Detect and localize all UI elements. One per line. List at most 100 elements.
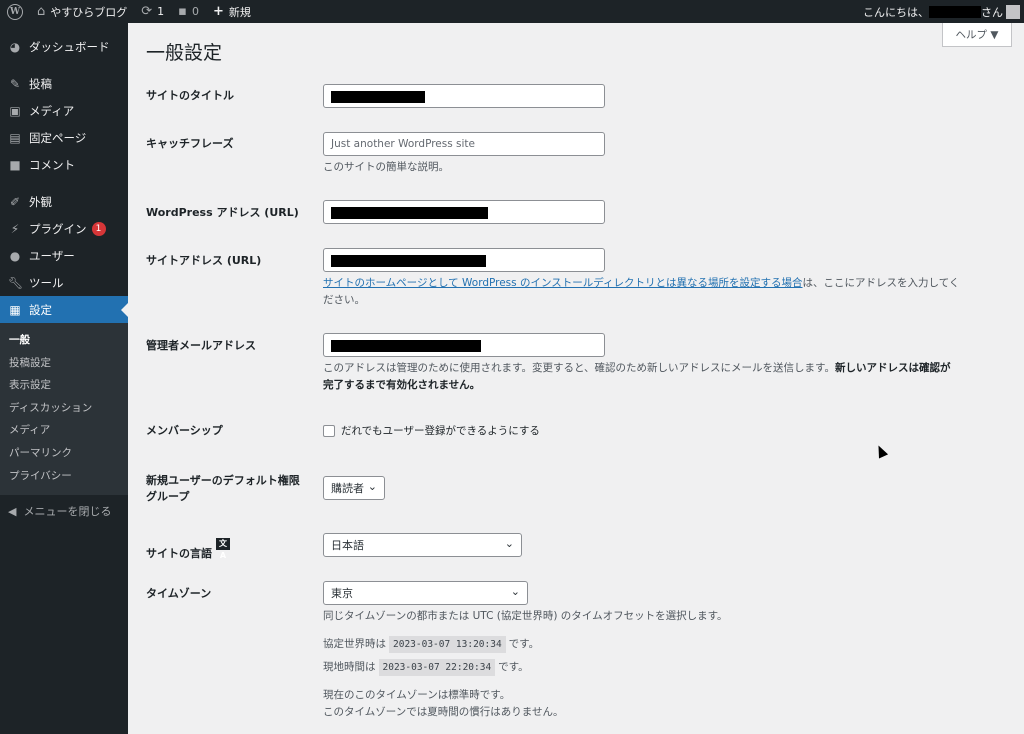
submenu-item-writing[interactable]: 投稿設定 — [0, 352, 128, 375]
tagline-description: このサイトの簡単な説明。 — [323, 161, 449, 173]
submenu-item-media[interactable]: メディア — [0, 419, 128, 442]
chevron-down-icon: ⌄ — [510, 585, 520, 598]
mouse-cursor — [873, 443, 889, 459]
collapse-arrow-icon: ◀ — [8, 504, 17, 518]
sidebar-item-tools[interactable]: 🔧︎ ツール — [0, 269, 128, 296]
submenu-item-discussion[interactable]: ディスカッション — [0, 397, 128, 420]
utc-time-value: 2023-03-07 13:20:34 — [389, 636, 506, 653]
site-name-menu[interactable]: ⌂ やすひらブログ — [30, 0, 134, 23]
settings-icon: ▦ — [9, 302, 21, 317]
greeting-suffix: さん — [981, 5, 1003, 19]
site-language-select[interactable]: 日本語 ⌄ — [323, 533, 522, 557]
greeting: こんにちは、 — [863, 5, 929, 19]
timezone-select[interactable]: 東京 ⌄ — [323, 581, 528, 605]
sidebar-item-label: メディア — [29, 103, 75, 118]
site-url-label: サイトアドレス (URL) — [146, 254, 262, 267]
redacted-value — [331, 91, 425, 103]
default-role-label-line-2: グループ — [146, 490, 190, 503]
timezone-value: 東京 — [331, 587, 353, 600]
admin-email-input[interactable] — [323, 333, 605, 357]
sidebar-item-plugins[interactable]: ⚡ プラグイン 1 — [0, 215, 128, 242]
sidebar-item-label: 固定ページ — [29, 130, 87, 145]
translation-icon: 文A — [216, 538, 230, 560]
wordpress-url-input[interactable] — [323, 200, 605, 224]
sidebar-item-media[interactable]: ▣ メディア — [0, 97, 128, 124]
redacted-username — [929, 5, 981, 18]
sidebar-item-settings[interactable]: ▦ 設定 — [0, 296, 128, 323]
comment-icon: ■ — [9, 157, 21, 172]
site-url-description: サイトのホームページとして WordPress のインストールディレクトリとは異… — [323, 275, 1013, 309]
membership-checkbox[interactable] — [323, 425, 335, 437]
updates-icon: ⟳ — [141, 4, 153, 19]
tagline-label: キャッチフレーズ — [146, 137, 234, 150]
timezone-description: 同じタイムゾーンの都市または UTC (協定世界時) のタイムオフセットを選択し… — [323, 610, 728, 622]
sidebar-item-posts[interactable]: ✎ 投稿 — [0, 70, 128, 97]
sidebar-item-label: プラグイン — [29, 221, 87, 236]
dst-info-line-2: このタイムゾーンでは夏時間の慣行はありません。 — [323, 706, 564, 718]
default-role-select[interactable]: 購読者 ⌄ — [323, 476, 385, 500]
tagline-input[interactable]: Just another WordPress site — [323, 132, 605, 156]
dashboard-icon: ◕ — [9, 39, 21, 54]
sidebar-item-appearance[interactable]: ✐ 外観 — [0, 188, 128, 215]
new-content-menu[interactable]: + 新規 — [206, 0, 258, 23]
site-title-input[interactable] — [323, 84, 605, 108]
site-title-label: サイトのタイトル — [146, 89, 234, 102]
collapse-menu-button[interactable]: ◀ メニューを閉じる — [0, 497, 128, 525]
plus-icon: + — [212, 4, 224, 19]
chevron-down-icon: ⌄ — [367, 480, 377, 493]
settings-submenu: 一般 投稿設定 表示設定 ディスカッション メディア パーマリンク プライバシー — [0, 323, 128, 496]
tagline-placeholder: Just another WordPress site — [331, 138, 476, 150]
submenu-item-permalinks[interactable]: パーマリンク — [0, 442, 128, 465]
admin-email-warning-2: 完了するまで有効化されません。 — [323, 379, 481, 391]
avatar[interactable] — [1006, 4, 1020, 19]
sidebar-item-dashboard[interactable]: ◕ ダッシュボード — [0, 33, 128, 60]
wordpress-url-label: WordPress アドレス (URL) — [146, 206, 299, 219]
sidebar-item-label: ツール — [29, 275, 64, 290]
site-url-desc-text-2: ださい。 — [323, 294, 365, 306]
submenu-item-privacy[interactable]: プライバシー — [0, 465, 128, 488]
admin-bar: W ⌂ やすひらブログ ⟳ 1 ▪ 0 + 新規 こんにちは、 さん — [0, 0, 1024, 23]
membership-label: メンバーシップ — [146, 424, 223, 437]
site-url-input[interactable] — [323, 248, 605, 272]
sidebar-item-label: 設定 — [29, 302, 52, 317]
submenu-item-reading[interactable]: 表示設定 — [0, 374, 128, 397]
updates-menu[interactable]: ⟳ 1 — [134, 0, 171, 23]
local-time-suffix: です。 — [498, 661, 529, 673]
redacted-value — [331, 255, 486, 267]
wp-logo-menu[interactable]: W — [0, 0, 30, 23]
collapse-label: メニューを閉じる — [23, 505, 112, 519]
membership-checkbox-label[interactable]: だれでもユーザー登録ができるようにする — [341, 423, 540, 438]
page-title: 一般設定 — [146, 42, 223, 64]
media-icon: ▣ — [9, 103, 21, 118]
utc-time-line: 協定世界時は 2023-03-07 13:20:34 です。 — [323, 636, 539, 653]
sidebar-item-label: ダッシュボード — [29, 39, 110, 54]
help-tab-button[interactable]: ヘルプ ▼ — [942, 23, 1012, 47]
pin-icon: ✎ — [9, 76, 21, 91]
sidebar-item-label: 投稿 — [29, 76, 52, 91]
submenu-item-general[interactable]: 一般 — [0, 329, 128, 352]
sidebar-item-label: ユーザー — [29, 248, 75, 263]
home-icon: ⌂ — [37, 4, 46, 19]
site-language-label: サイトの言語文A — [146, 538, 230, 562]
local-time-line: 現地時間は 2023-03-07 22:20:34 です。 — [323, 659, 529, 676]
redacted-value — [331, 207, 488, 219]
default-role-label-line-1: 新規ユーザーのデフォルト権限 — [146, 474, 300, 487]
sidebar-item-pages[interactable]: ▤ 固定ページ — [0, 124, 128, 151]
local-time-value: 2023-03-07 22:20:34 — [378, 659, 496, 676]
admin-email-desc-text: このアドレスは管理のために使用されます。変更すると、確認のため新しいアドレスにメ… — [323, 362, 835, 374]
chevron-down-icon: ⌄ — [504, 537, 514, 550]
admin-email-label: 管理者メールアドレス — [146, 339, 256, 352]
wrench-icon: 🔧︎ — [8, 275, 24, 290]
admin-email-description: このアドレスは管理のために使用されます。変更すると、確認のため新しいアドレスにメ… — [323, 360, 1013, 394]
my-account-menu[interactable]: こんにちは、 さん — [863, 4, 1024, 20]
site-url-desc-text: は、ここにアドレスを入力してく — [802, 277, 960, 289]
sidebar-item-comments[interactable]: ■ コメント — [0, 151, 128, 178]
sidebar-item-users[interactable]: ● ユーザー — [0, 242, 128, 269]
site-name: やすひらブログ — [50, 5, 128, 19]
site-url-help-link[interactable]: サイトのホームページとして WordPress のインストールディレクトリとは異… — [323, 277, 803, 289]
new-label: 新規 — [228, 5, 251, 19]
comments-menu[interactable]: ▪ 0 — [171, 0, 206, 23]
site-language-value: 日本語 — [331, 539, 364, 552]
comments-count: 0 — [191, 5, 199, 18]
default-role-label: 新規ユーザーのデフォルト権限 グループ — [146, 473, 300, 505]
